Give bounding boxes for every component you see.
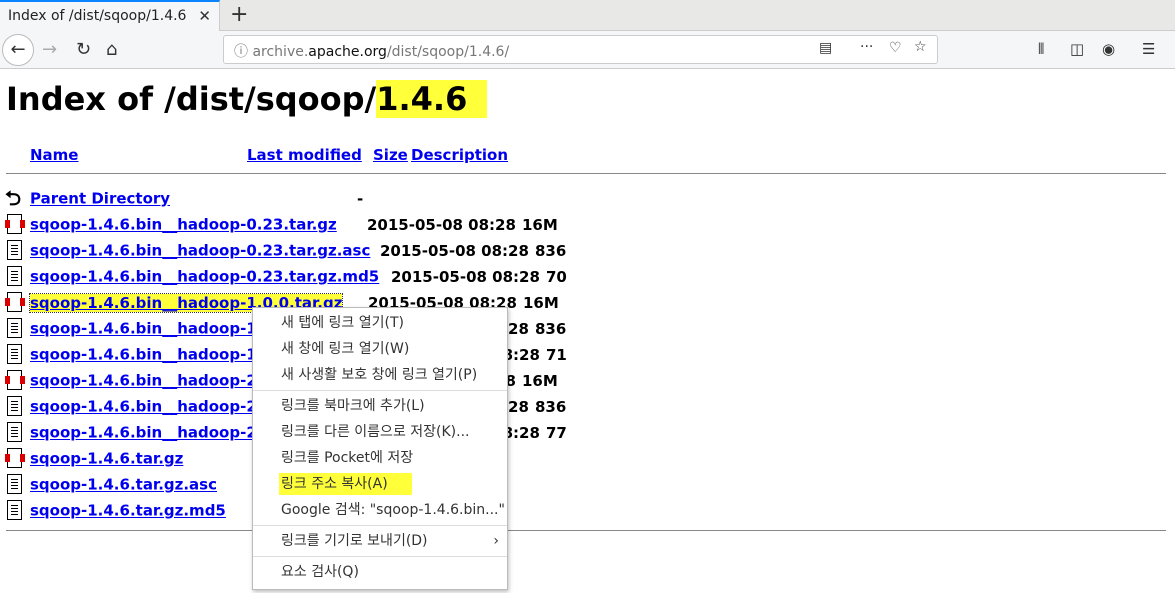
context-menu-item[interactable]: 새 창에 링크 열기(W) <box>253 336 507 362</box>
file-row: sqoop-1.4.6.tar.gz.asc <box>5 474 217 498</box>
menu-item-label: 링크를 Pocket에 저장 <box>281 450 414 466</box>
file-row: sqoop-1.4.6.bin__hadoop-0.23.tar.gz.asc 2… <box>5 240 566 264</box>
bookmark-star-icon[interactable]: ☆ <box>914 39 927 55</box>
url-path: /dist/sqoop/1.4.6/ <box>386 44 510 60</box>
menu-item-label: Google 검색: "sqoop-1.4.6.bin..." <box>281 502 505 518</box>
file-size: 70 <box>546 268 567 286</box>
file-size: 836 <box>535 320 567 338</box>
file-link[interactable]: sqoop-1.4.6.bin__hadoop-0.23.tar.gz.asc <box>30 242 370 260</box>
context-menu-item[interactable]: 링크를 Pocket에 저장 <box>253 445 507 471</box>
tab-bar: Index of /dist/sqoop/1.4.6 ✕ + <box>0 0 1175 31</box>
file-size: 77 <box>546 424 567 442</box>
pocket-icon[interactable]: ♡ <box>889 40 902 56</box>
page-actions-icon[interactable]: ··· <box>860 39 873 55</box>
divider <box>6 530 1166 531</box>
text-file-icon <box>5 318 25 340</box>
divider <box>6 173 1166 174</box>
info-icon[interactable]: ⓘ <box>234 44 248 60</box>
text-file-icon <box>5 422 25 444</box>
url-domain: apache.org <box>308 44 387 60</box>
file-size: 16M <box>523 294 559 312</box>
binary-file-icon <box>5 214 25 236</box>
tab-active[interactable]: Index of /dist/sqoop/1.4.6 ✕ <box>0 0 220 31</box>
back-arrow-icon: ⮌ <box>5 186 22 210</box>
binary-file-icon <box>5 448 25 470</box>
binary-file-icon <box>5 292 25 314</box>
text-file-icon <box>5 266 25 288</box>
url-bar[interactable]: ⓘ archive.apache.org/dist/sqoop/1.4.6/ ▤… <box>223 35 938 64</box>
menu-item-label: 링크를 다른 이름으로 저장(K)... <box>281 424 470 440</box>
context-menu-item[interactable]: 링크를 다른 이름으로 저장(K)... <box>253 419 507 445</box>
file-link[interactable]: sqoop-1.4.6.tar.gz <box>30 450 183 468</box>
account-icon[interactable]: ◉ <box>1102 40 1115 58</box>
file-row: sqoop-1.4.6.bin__hadoop-0.23.tar.gz.md5 2… <box>5 266 567 290</box>
text-file-icon <box>5 500 25 522</box>
back-button[interactable]: ← <box>2 34 34 66</box>
file-date: 2015-05-08 08:28 <box>367 216 516 234</box>
context-menu-item[interactable]: 링크 주소 복사(A) <box>253 471 507 497</box>
context-menu: 새 탭에 링크 열기(T) 새 창에 링크 열기(W) 새 사생활 보호 창에 링크… <box>252 307 508 590</box>
file-row: sqoop-1.4.6.bin__hadoop-0.23.tar.gz 2015-… <box>5 214 558 238</box>
menu-item-label: 요소 검사(Q) <box>281 564 359 580</box>
title-prefix: Index of /dist/sqoop/ <box>6 80 377 118</box>
file-date: 2015-05-08 08:28 <box>391 268 540 286</box>
file-size: 71 <box>546 346 567 364</box>
parent-directory-row: ⮌ Parent Directory - <box>5 186 363 212</box>
file-link[interactable]: sqoop-1.4.6.bin__hadoop-0.23.tar.gz <box>30 216 337 234</box>
binary-file-icon <box>5 370 25 392</box>
file-link[interactable]: sqoop-1.4.6.tar.gz.md5 <box>30 502 226 520</box>
tab-title: Index of /dist/sqoop/1.4.6 <box>8 8 187 24</box>
menu-item-label: 새 탭에 링크 열기(T) <box>281 315 404 331</box>
menu-item-label: 링크를 북마크에 추가(L) <box>281 398 425 414</box>
menu-item-label: 새 창에 링크 열기(W) <box>281 341 410 357</box>
context-menu-item[interactable]: 링크를 북마크에 추가(L) <box>253 393 507 419</box>
text-file-icon <box>5 474 25 496</box>
context-menu-item[interactable]: 링크를 기기로 보내기(D) › <box>253 528 507 554</box>
forward-button[interactable]: → <box>42 39 57 60</box>
file-size: 836 <box>535 398 567 416</box>
sort-size-link[interactable]: Size <box>373 146 408 164</box>
text-file-icon <box>5 240 25 262</box>
sort-description-link[interactable]: Description <box>411 146 508 164</box>
parent-size: - <box>357 190 364 208</box>
menu-separator <box>253 556 507 557</box>
menu-icon[interactable]: ☰ <box>1142 40 1155 58</box>
library-icon[interactable]: ⫴ <box>1038 40 1044 58</box>
reader-view-icon[interactable]: ▤ <box>819 40 832 56</box>
parent-directory-link[interactable]: Parent Directory <box>30 190 170 208</box>
text-file-icon <box>5 396 25 418</box>
file-link[interactable]: sqoop-1.4.6.tar.gz.asc <box>30 476 217 494</box>
url-prefix: archive. <box>252 44 309 60</box>
menu-item-label: 링크를 기기로 보내기(D) <box>281 533 428 549</box>
file-size: 16M <box>522 216 558 234</box>
context-menu-item[interactable]: 새 탭에 링크 열기(T) <box>253 310 507 336</box>
home-button[interactable]: ⌂ <box>106 39 117 60</box>
menu-separator <box>253 390 507 391</box>
sidebar-icon[interactable]: ◫ <box>1070 40 1084 58</box>
menu-separator <box>253 525 507 526</box>
file-size: 16M <box>522 372 558 390</box>
context-menu-item[interactable]: 요소 검사(Q) <box>253 559 507 585</box>
nav-bar: ← → ↻ ⌂ ⓘ archive.apache.org/dist/sqoop/… <box>0 31 1175 69</box>
context-menu-item[interactable]: Google 검색: "sqoop-1.4.6.bin..." <box>253 497 507 523</box>
menu-item-label: 링크 주소 복사(A) <box>279 473 412 495</box>
menu-item-label: 새 사생활 보호 창에 링크 열기(P) <box>281 367 478 383</box>
chevron-right-icon: › <box>493 533 499 549</box>
file-row: sqoop-1.4.6.tar.gz.md5 <box>5 500 226 524</box>
page-title: Index of /dist/sqoop/1.4.6 <box>6 80 488 118</box>
reload-button[interactable]: ↻ <box>76 39 91 60</box>
file-size: 836 <box>535 242 567 260</box>
context-menu-item[interactable]: 새 사생활 보호 창에 링크 열기(P) <box>253 362 507 388</box>
close-tab-icon[interactable]: ✕ <box>198 7 211 25</box>
file-link[interactable]: sqoop-1.4.6.bin__hadoop-0.23.tar.gz.md5 <box>30 268 379 286</box>
title-version: 1.4.6 <box>376 80 488 118</box>
new-tab-button[interactable]: + <box>230 2 248 27</box>
sort-modified-link[interactable]: Last modified <box>247 146 362 164</box>
file-date: 2015-05-08 08:28 <box>380 242 529 260</box>
file-row: sqoop-1.4.6.tar.gz <box>5 448 183 472</box>
sort-name-link[interactable]: Name <box>30 146 78 164</box>
text-file-icon <box>5 344 25 366</box>
